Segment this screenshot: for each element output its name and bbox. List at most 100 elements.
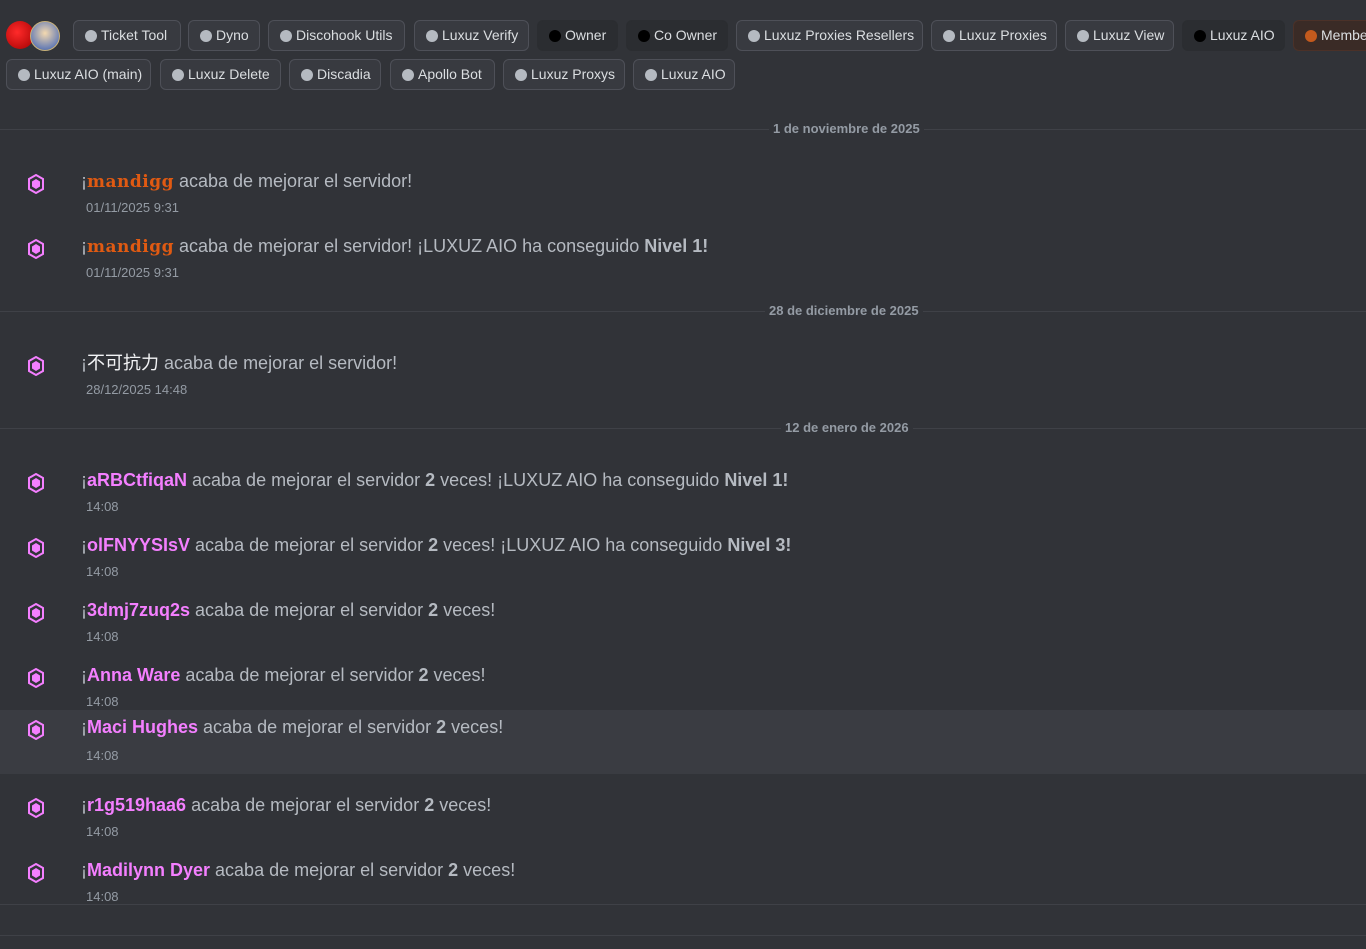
role-tag[interactable]: Luxuz Proxys xyxy=(503,59,625,90)
boost-text: acaba de mejorar el servidor xyxy=(198,717,437,737)
username[interactable]: 不可抗力 xyxy=(87,353,159,373)
boost-text: acaba de mejorar el servidor! xyxy=(159,353,398,373)
system-message-boost[interactable]: ¡olFNYYSIsV acaba de mejorar el servidor… xyxy=(0,518,1366,583)
role-tag[interactable]: Discohook Utils xyxy=(268,20,405,51)
message-timestamp[interactable]: 01/11/2025 9:31 xyxy=(86,265,179,281)
role-tag[interactable]: Ticket Tool xyxy=(73,20,181,51)
boost-count: 2 xyxy=(425,470,436,490)
role-tag-label: Apollo Bot xyxy=(418,66,482,82)
system-message-boost[interactable]: ¡不可抗力 acaba de mejorar el servidor! 28/12… xyxy=(0,336,1366,401)
role-tag-label: Luxuz Proxies xyxy=(959,27,1047,43)
role-color-dot xyxy=(638,30,650,42)
boost-text: acaba de mejorar el servidor! xyxy=(173,171,413,191)
boost-count: 2 xyxy=(424,795,435,815)
username[interactable]: r1g519haa6 xyxy=(87,795,186,815)
message-text: ¡r1g519haa6 acaba de mejorar el servidor… xyxy=(81,794,491,816)
role-tag[interactable]: Co Owner xyxy=(626,20,728,51)
message-text: ¡不可抗力 acaba de mejorar el servidor! xyxy=(81,352,397,374)
server-boost-gem-icon xyxy=(27,602,45,624)
role-tag[interactable]: Luxuz Proxies Resellers xyxy=(736,20,923,51)
server-boost-gem-icon xyxy=(27,238,45,260)
server-boost-gem-icon xyxy=(27,667,45,689)
server-boost-gem-icon xyxy=(27,173,45,195)
role-tag[interactable]: Membe xyxy=(1293,20,1366,51)
message-text: ¡olFNYYSIsV acaba de mejorar el servidor… xyxy=(81,534,791,556)
boost-count: 2 xyxy=(428,600,439,620)
date-divider-label: 12 de enero de 2026 xyxy=(781,420,913,436)
username[interactable]: Maci Hughes xyxy=(87,717,198,737)
role-tag[interactable]: Luxuz Verify xyxy=(414,20,529,51)
role-color-dot xyxy=(18,69,30,81)
username[interactable]: 3dmj7zuq2s xyxy=(87,600,190,620)
role-color-dot xyxy=(301,69,313,81)
role-tag-label: Luxuz AIO xyxy=(661,66,726,82)
date-divider xyxy=(0,129,1366,130)
username[interactable]: aRBCtfiqaN xyxy=(87,470,187,490)
boost-text-tail: veces! xyxy=(458,860,516,880)
username[interactable]: mandigg xyxy=(87,172,174,192)
role-color-dot xyxy=(1077,30,1089,42)
server-boost-gem-icon xyxy=(27,472,45,494)
reaction-avatars[interactable] xyxy=(6,20,60,52)
username[interactable]: mandigg xyxy=(87,237,174,257)
avatar[interactable] xyxy=(30,21,60,51)
system-message-boost[interactable]: ¡mandigg acaba de mejorar el servidor! 01… xyxy=(0,154,1366,219)
role-tag[interactable]: Luxuz AIO xyxy=(1182,20,1285,51)
role-tag[interactable]: Apollo Bot xyxy=(390,59,495,90)
message-text: ¡aRBCtfiqaN acaba de mejorar el servidor… xyxy=(81,469,788,491)
server-boost-gem-icon xyxy=(27,537,45,559)
message-timestamp[interactable]: 14:08 xyxy=(86,629,119,645)
message-text: ¡mandigg acaba de mejorar el servidor! ¡… xyxy=(81,235,708,258)
message-text: ¡Maci Hughes acaba de mejorar el servido… xyxy=(81,716,503,738)
date-divider-label: 1 de noviembre de 2025 xyxy=(769,121,924,137)
boost-count: 2 xyxy=(436,717,447,737)
system-message-boost[interactable]: ¡3dmj7zuq2s acaba de mejorar el servidor… xyxy=(0,583,1366,648)
message-timestamp[interactable]: 28/12/2025 14:48 xyxy=(86,382,187,398)
username[interactable]: Madilynn Dyer xyxy=(87,860,210,880)
boost-text: acaba de mejorar el servidor! ¡LUXUZ AIO… xyxy=(173,236,645,256)
role-tag[interactable]: Luxuz Delete xyxy=(160,59,281,90)
role-color-dot xyxy=(1305,30,1317,42)
system-message-boost[interactable]: ¡Madilynn Dyer acaba de mejorar el servi… xyxy=(0,843,1366,908)
role-tag-label: Membe xyxy=(1321,27,1366,43)
role-tag[interactable]: Luxuz AIO xyxy=(633,59,735,90)
message-timestamp[interactable]: 14:08 xyxy=(86,824,119,840)
username[interactable]: Anna Ware xyxy=(87,665,180,685)
role-tag-label: Luxuz Delete xyxy=(188,66,270,82)
system-message-boost[interactable]: ¡aRBCtfiqaN acaba de mejorar el servidor… xyxy=(0,453,1366,518)
message-timestamp[interactable]: 14:08 xyxy=(86,499,119,515)
message-timestamp[interactable]: 14:08 xyxy=(86,694,119,710)
server-level: Nivel 1! xyxy=(644,236,709,256)
boost-text-tail: veces! xyxy=(434,795,492,815)
message-text: ¡Anna Ware acaba de mejorar el servidor … xyxy=(81,664,486,686)
role-color-dot xyxy=(549,30,561,42)
message-timestamp[interactable]: 14:08 xyxy=(86,889,119,905)
role-color-dot xyxy=(645,69,657,81)
role-tag[interactable]: Owner xyxy=(537,20,618,51)
username[interactable]: olFNYYSIsV xyxy=(87,535,190,555)
boost-count: 2 xyxy=(418,665,429,685)
role-tag[interactable]: Luxuz View xyxy=(1065,20,1174,51)
boost-text-tail: veces! xyxy=(446,717,504,737)
role-tag[interactable]: Discadia xyxy=(289,59,381,90)
system-message-boost[interactable]: ¡mandigg acaba de mejorar el servidor! ¡… xyxy=(0,219,1366,284)
role-tag-label: Discadia xyxy=(317,66,371,82)
role-tag[interactable]: Luxuz Proxies xyxy=(931,20,1057,51)
role-color-dot xyxy=(172,69,184,81)
role-tag[interactable]: Dyno xyxy=(188,20,260,51)
role-color-dot xyxy=(426,30,438,42)
message-timestamp[interactable]: 01/11/2025 9:31 xyxy=(86,200,179,216)
system-message-boost[interactable]: ¡Anna Ware acaba de mejorar el servidor … xyxy=(0,648,1366,713)
boost-text-tail: veces! ¡LUXUZ AIO ha conseguido xyxy=(438,535,728,555)
role-color-dot xyxy=(1194,30,1206,42)
role-tag[interactable]: Luxuz AIO (main) xyxy=(6,59,151,90)
message-timestamp[interactable]: 14:08 xyxy=(86,564,119,580)
date-divider xyxy=(0,311,1366,312)
system-message-boost[interactable]: ¡Maci Hughes acaba de mejorar el servido… xyxy=(0,710,1366,774)
server-level: Nivel 3! xyxy=(727,535,792,555)
system-message-boost[interactable]: ¡r1g519haa6 acaba de mejorar el servidor… xyxy=(0,778,1366,843)
role-color-dot xyxy=(402,69,414,81)
role-color-dot xyxy=(85,30,97,42)
role-tag-label: Dyno xyxy=(216,27,249,43)
message-timestamp[interactable]: 14:08 xyxy=(86,748,119,764)
